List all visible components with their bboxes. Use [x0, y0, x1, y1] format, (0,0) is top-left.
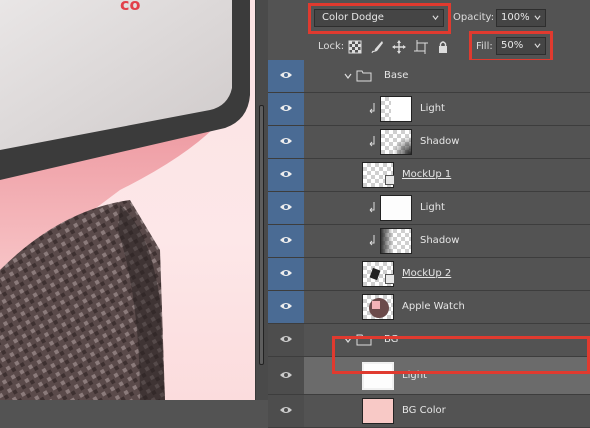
- layer-thumbnail: [380, 96, 412, 122]
- blend-mode-select[interactable]: Color Dodge: [314, 9, 444, 27]
- eye-icon: [280, 303, 292, 309]
- layer-group-base[interactable]: Base: [268, 60, 590, 93]
- visibility-toggle[interactable]: [268, 258, 304, 290]
- clipping-mask-icon: [369, 136, 375, 147]
- lock-label: Lock:: [318, 41, 345, 52]
- eye-icon: [280, 237, 292, 243]
- layer-thumbnail: [380, 129, 412, 155]
- folder-icon: [356, 70, 372, 82]
- layer-name: BG Color: [402, 405, 446, 416]
- visibility-toggle[interactable]: [268, 159, 304, 191]
- eye-icon: [280, 105, 292, 111]
- lock-all-icon[interactable]: [436, 40, 450, 54]
- smart-object-icon: [385, 175, 395, 185]
- chevron-down-icon: [534, 43, 541, 49]
- panel-divider[interactable]: [255, 0, 269, 400]
- opacity-value: 100%: [501, 12, 530, 23]
- smart-object-icon: [385, 274, 395, 284]
- folder-icon: [356, 334, 372, 346]
- layer-row[interactable]: Shadow: [268, 225, 590, 258]
- layer-row[interactable]: Apple Watch: [268, 291, 590, 324]
- visibility-toggle[interactable]: [268, 291, 304, 323]
- eye-icon: [280, 336, 292, 342]
- layer-name: Shadow: [420, 136, 460, 147]
- blend-mode-value: Color Dodge: [322, 12, 384, 23]
- layer-name: MockUp 2: [402, 268, 452, 279]
- document-canvas[interactable]: co: [0, 0, 255, 400]
- chevron-down-icon[interactable]: [344, 336, 352, 344]
- layer-group-bg[interactable]: BG: [268, 324, 590, 357]
- lock-position-icon[interactable]: [392, 40, 406, 54]
- opacity-label: Opacity:: [453, 12, 495, 23]
- layer-name: Light: [402, 370, 427, 381]
- eye-icon: [280, 204, 292, 210]
- visibility-toggle[interactable]: [268, 93, 304, 125]
- chevron-down-icon: [432, 15, 439, 21]
- chevron-down-icon[interactable]: [344, 72, 352, 80]
- layer-name: Light: [420, 202, 445, 213]
- layer-row[interactable]: Shadow: [268, 126, 590, 159]
- layer-name: MockUp 1: [402, 169, 452, 180]
- layer-thumbnail: [380, 228, 412, 254]
- layer-row[interactable]: MockUp 2: [268, 258, 590, 291]
- layer-name: Shadow: [420, 235, 460, 246]
- lock-transparent-pixels-icon[interactable]: [348, 40, 362, 54]
- layer-name: Apple Watch: [402, 301, 465, 312]
- scrollbar-thumb[interactable]: [259, 105, 264, 365]
- visibility-toggle[interactable]: [268, 60, 304, 92]
- eye-icon: [280, 372, 292, 378]
- fill-field[interactable]: 50%: [496, 37, 546, 55]
- chevron-down-icon: [534, 15, 541, 21]
- eye-icon: [280, 171, 292, 177]
- layer-thumbnail: [380, 195, 412, 221]
- layer-name: Base: [384, 70, 409, 81]
- visibility-toggle[interactable]: [268, 324, 304, 356]
- eye-icon: [280, 138, 292, 144]
- layer-row[interactable]: Light: [268, 192, 590, 225]
- layers-toolbar: Color Dodge Opacity: 100%: [268, 0, 590, 36]
- layers-panel: Color Dodge Opacity: 100% Lock: Fill: 50…: [268, 0, 590, 428]
- layer-thumbnail: [362, 362, 394, 390]
- eye-icon: [280, 270, 292, 276]
- fill-value: 50%: [501, 40, 524, 51]
- lock-artboard-icon[interactable]: [414, 40, 428, 54]
- layer-name: Light: [420, 103, 445, 114]
- clipping-mask-icon: [369, 103, 375, 114]
- visibility-toggle[interactable]: [268, 192, 304, 224]
- layer-row[interactable]: Light: [268, 93, 590, 126]
- clipping-mask-icon: [369, 202, 375, 213]
- clipping-mask-icon: [369, 235, 375, 246]
- lock-image-pixels-icon[interactable]: [370, 40, 384, 54]
- screen-text: co: [120, 0, 140, 14]
- layer-row-selected[interactable]: Light: [268, 357, 590, 395]
- opacity-field[interactable]: 100%: [496, 9, 546, 27]
- layer-thumbnail: [362, 294, 394, 320]
- visibility-toggle[interactable]: [268, 357, 304, 394]
- layer-thumbnail: [362, 398, 394, 424]
- layers-list: Base Light Shadow MockUp 1 Light Shadow …: [268, 60, 590, 428]
- visibility-toggle[interactable]: [268, 225, 304, 257]
- fill-label: Fill:: [476, 41, 493, 52]
- eye-icon: [280, 407, 292, 413]
- apple-watch-artwork: co: [0, 0, 250, 400]
- layer-name: BG: [384, 334, 399, 345]
- eye-icon: [280, 72, 292, 78]
- layer-row[interactable]: MockUp 1: [268, 159, 590, 192]
- visibility-toggle[interactable]: [268, 126, 304, 158]
